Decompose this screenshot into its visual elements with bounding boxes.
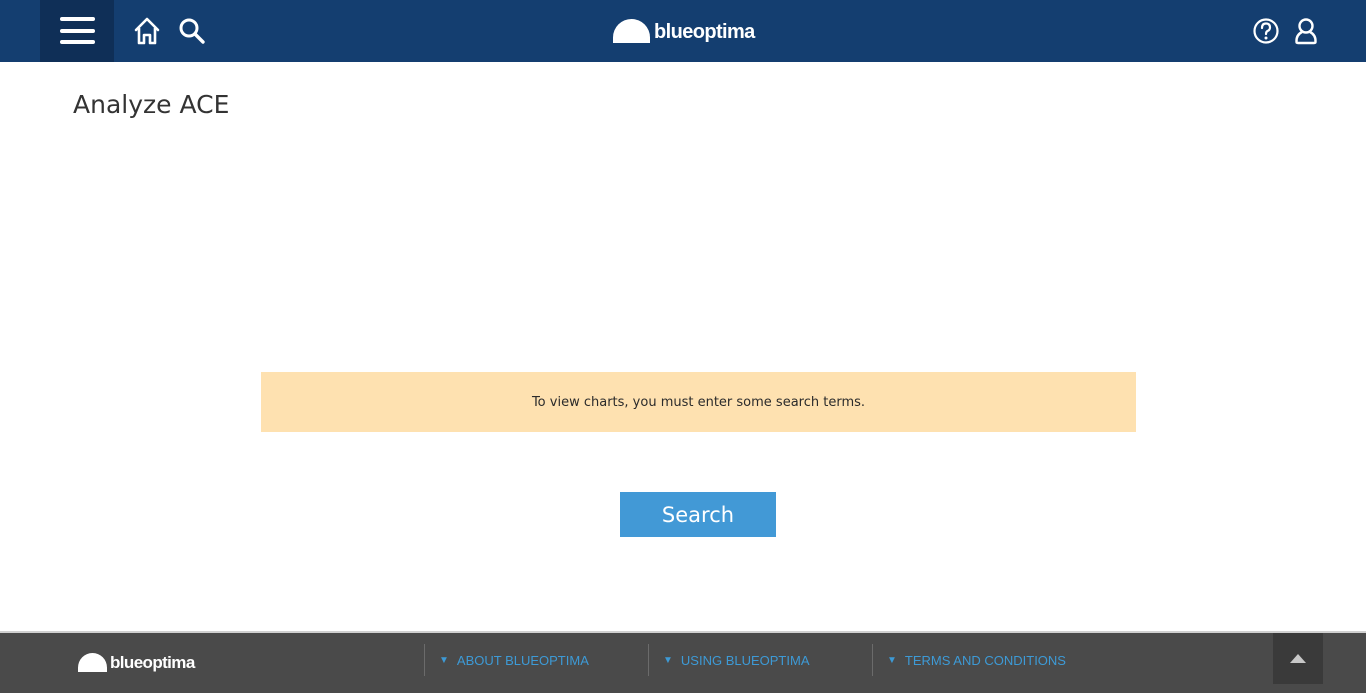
footer-link-terms[interactable]: ▼ TERMS AND CONDITIONS	[872, 644, 1066, 676]
page-title: Analyze ACE	[73, 90, 230, 119]
footer-link-label: ABOUT BLUEOPTIMA	[456, 652, 589, 668]
footer-link-label: TERMS AND CONDITIONS	[904, 652, 1066, 668]
menu-icon-line	[60, 29, 95, 33]
brand-logo[interactable]: blueoptima	[613, 14, 755, 46]
help-icon[interactable]	[1252, 16, 1280, 46]
search-button[interactable]: Search	[620, 492, 776, 537]
arrow-up-icon	[1290, 654, 1306, 663]
footer-link-about[interactable]: ▼ ABOUT BLUEOPTIMA	[424, 644, 589, 676]
footer-link-label: USING BLUEOPTIMA	[680, 652, 810, 668]
footer: blueoptima ▼ ABOUT BLUEOPTIMA ▼ USING BL…	[0, 631, 1366, 693]
footer-brand-name: blueoptima	[110, 653, 195, 672]
alert-message: To view charts, you must enter some sear…	[531, 394, 866, 410]
user-icon[interactable]	[1292, 16, 1320, 46]
search-icon[interactable]	[178, 16, 206, 46]
menu-icon-line	[60, 17, 95, 21]
logo-dome-icon	[78, 652, 107, 672]
menu-icon-line	[60, 40, 95, 44]
caret-down-icon: ▼	[439, 654, 449, 666]
scroll-to-top-button[interactable]	[1273, 633, 1323, 684]
brand-name: blueoptima	[654, 20, 755, 43]
top-navigation-bar: blueoptima	[0, 0, 1366, 62]
home-icon[interactable]	[133, 16, 161, 46]
footer-link-using[interactable]: ▼ USING BLUEOPTIMA	[648, 644, 809, 676]
footer-brand-logo[interactable]: blueoptima	[78, 645, 195, 677]
caret-down-icon: ▼	[887, 654, 897, 666]
menu-icon[interactable]	[40, 0, 114, 62]
logo-dome-icon	[613, 19, 650, 43]
search-required-alert: To view charts, you must enter some sear…	[261, 372, 1136, 432]
caret-down-icon: ▼	[663, 654, 673, 666]
